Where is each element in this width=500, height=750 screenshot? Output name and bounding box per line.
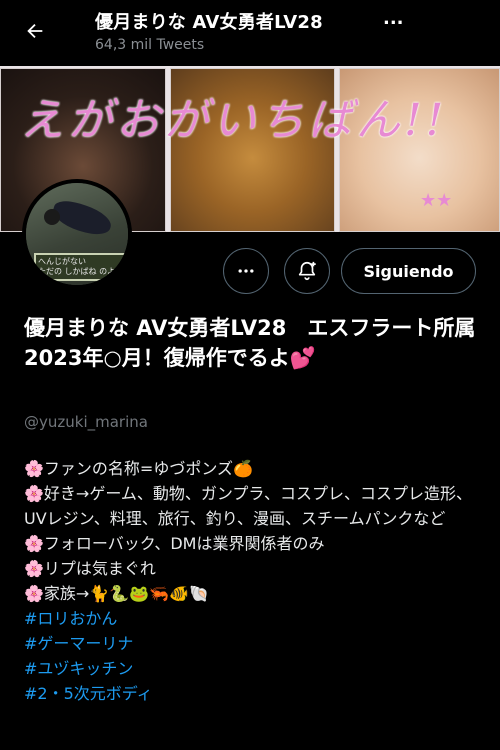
hashtag-link[interactable]: #2・5次元ボディ — [24, 681, 484, 706]
header-more-button[interactable]: ... — [383, 8, 404, 29]
avatar-caption-line1: へんじがない — [38, 257, 86, 266]
hashtag-link[interactable]: #ユヅキッチン — [24, 656, 484, 681]
bio-line: 🌸リプは気まぐれ — [24, 559, 156, 578]
tweet-count: 64,3 mil Tweets — [95, 37, 205, 53]
arrow-left-icon — [27, 23, 43, 39]
bio-line: 🌸ファンの名称=ゆづポンズ🍊 — [24, 459, 253, 478]
bell-plus-icon — [298, 261, 316, 281]
banner-stars: ★★ — [420, 190, 453, 211]
back-button[interactable] — [20, 16, 50, 46]
user-handle: @yuzuki_marina — [24, 413, 148, 431]
avatar-dialog-text: へんじがない ただの しかばね のようだ。 — [38, 257, 132, 277]
bio-line: 🌸好き→ゲーム、動物、ガンプラ、コスプレ、コスプレ造形、UVレジン、料理、旅行、… — [24, 484, 473, 528]
hashtag-link[interactable]: #ロリおかん — [24, 606, 484, 631]
bio-line: 🌸家族→🐈🐍🐸🦐🐠🐚 — [24, 584, 209, 603]
hashtag-link[interactable]: #ゲーマーリナ — [24, 631, 484, 656]
more-horizontal-icon — [238, 269, 254, 273]
display-name: 優月まりな AV女勇者LV28 エスフラート所属 2023年○月！復帰作でるよ💕 — [24, 316, 497, 370]
avatar[interactable]: へんじがない ただの しかばね のようだ。 — [22, 179, 132, 289]
notifications-button[interactable] — [284, 248, 330, 294]
bio-line: 🌸フォローバック、DMは業界関係者のみ — [24, 534, 325, 553]
bio: 🌸ファンの名称=ゆづポンズ🍊 🌸好き→ゲーム、動物、ガンプラ、コスプレ、コスプレ… — [24, 456, 484, 706]
profile-header: 優月まりな AV女勇者LV28 ... 64,3 mil Tweets — [0, 0, 500, 66]
avatar-figure-head — [44, 209, 60, 225]
following-button[interactable]: Siguiendo — [341, 248, 476, 294]
more-options-button[interactable] — [223, 248, 269, 294]
header-title: 優月まりな AV女勇者LV28 — [95, 12, 323, 33]
banner-caption: えがおがいちばん!! — [20, 95, 448, 146]
avatar-caption-line2: ただの しかばね のようだ。 — [38, 267, 132, 276]
